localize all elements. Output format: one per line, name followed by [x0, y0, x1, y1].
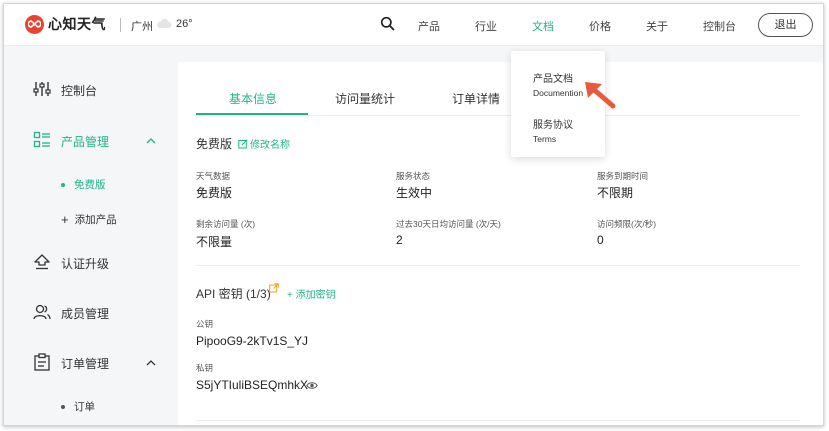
app-window: 心知天气 广州 26° 产品 行业 文档 价格 关于 控制台 退出 控制台 产品… [3, 3, 824, 426]
private-key-value: S5jYTIuliBSEQmhkX [196, 378, 309, 392]
sidebar-subitem-free-plan[interactable]: 免费版 [61, 177, 106, 192]
nav-console[interactable]: 控制台 [703, 18, 736, 34]
field-value: 不限量 [196, 235, 233, 249]
tab-basic-info[interactable]: 基本信息 [229, 90, 277, 107]
field-label: 剩余访问量 (次) [196, 219, 256, 229]
grid-list-icon [33, 131, 51, 152]
search-icon[interactable] [380, 16, 395, 34]
nav-products[interactable]: 产品 [418, 18, 440, 34]
private-key-label: 私钥 [196, 363, 214, 373]
sidebar-subitem-add-product[interactable]: + 添加产品 [61, 212, 117, 227]
edit-icon [238, 138, 248, 148]
dropdown-item-title: 产品文档 [533, 74, 573, 85]
sidebar: 控制台 产品管理 免费版 + 添加产品 认证升级 成员管理 订单管理 订单 [4, 46, 178, 425]
cloud-icon [156, 18, 172, 32]
tab-traffic-stats[interactable]: 访问量统计 [335, 90, 395, 107]
api-keys-title: API 密钥 (1/3) [196, 287, 271, 301]
city-name: 广州 [131, 21, 153, 33]
brand-name: 心知天气 [48, 16, 106, 32]
sidebar-item-console[interactable]: 控制台 [33, 80, 97, 101]
dropdown-item-subtitle: Terms [533, 134, 557, 144]
field-value: 0 [597, 233, 604, 247]
temperature: 26° [176, 18, 193, 30]
nav-pricing[interactable]: 价格 [589, 18, 611, 34]
logout-button[interactable]: 退出 [758, 13, 813, 37]
external-link-icon[interactable] [269, 282, 279, 296]
chevron-up-icon[interactable] [146, 134, 156, 148]
dropdown-item-subtitle: Documention [533, 88, 584, 98]
field-value: 不限期 [597, 186, 634, 200]
logo[interactable]: 心知天气 [25, 14, 106, 34]
field-value: 2 [396, 233, 403, 247]
sidebar-subitem-order[interactable]: 订单 [61, 399, 95, 414]
nav-docs[interactable]: 文档 [532, 18, 554, 34]
dropdown-item-title: 服务协议 [533, 120, 573, 131]
section-divider [196, 265, 800, 266]
sidebar-item-orders[interactable]: 订单管理 [33, 353, 109, 374]
active-tab-indicator [196, 113, 308, 115]
sidebar-item-label: 产品管理 [61, 135, 110, 149]
add-key-label: 添加密钥 [295, 290, 336, 301]
main-panel: 基本信息 访问量统计 订单详情 免费版 修改名称 天气数据 免费版 服务状态 生… [178, 62, 823, 425]
plus-icon: + [61, 211, 69, 227]
sidebar-subitem-label: 添加产品 [74, 214, 117, 226]
field-label: 服务到期时间 [597, 171, 649, 181]
field-value: 生效中 [396, 186, 433, 200]
sidebar-item-upgrade[interactable]: 认证升级 [33, 253, 109, 274]
sidebar-item-members[interactable]: 成员管理 [33, 303, 109, 324]
pointer-arrow-icon [582, 80, 618, 113]
users-icon [33, 303, 51, 324]
field-label: 过去30天日均访问量 (次/天) [396, 219, 501, 229]
sidebar-subitem-label: 免费版 [74, 179, 106, 191]
section-divider [196, 420, 800, 421]
public-key-value: PipooG9-2kTv1S_YJ [196, 334, 309, 348]
add-key-link[interactable]: + 添加密钥 [287, 286, 336, 301]
chevron-up-icon[interactable] [146, 356, 156, 370]
field-value: 免费版 [196, 186, 233, 200]
public-key-label: 公钥 [196, 319, 214, 329]
nav-industry[interactable]: 行业 [475, 18, 497, 34]
tab-order-details[interactable]: 订单详情 [452, 90, 500, 107]
plus-icon: + [287, 290, 296, 301]
plan-name: 免费版 [196, 137, 233, 151]
sliders-icon [33, 80, 51, 101]
rename-link-label: 修改名称 [250, 140, 290, 151]
rename-link[interactable]: 修改名称 [238, 136, 290, 151]
bullet-dot [61, 182, 65, 187]
divider [120, 18, 121, 32]
sidebar-item-label: 订单管理 [61, 357, 110, 371]
dropdown-item-docs[interactable]: 产品文档 Documention [533, 70, 583, 98]
field-label: 访问频限(次/秒) [597, 219, 657, 229]
sidebar-item-label: 认证升级 [61, 257, 110, 271]
top-nav-bar: 心知天气 广州 26° 产品 行业 文档 价格 关于 控制台 退出 [4, 4, 823, 46]
eye-icon[interactable] [306, 379, 318, 393]
upgrade-icon [33, 253, 51, 274]
sidebar-item-product-management[interactable]: 产品管理 [33, 131, 109, 152]
dropdown-item-terms[interactable]: 服务协议 Terms [533, 116, 573, 144]
sidebar-item-label: 成员管理 [61, 307, 110, 321]
nav-about[interactable]: 关于 [646, 18, 668, 34]
sidebar-item-label: 控制台 [61, 84, 98, 98]
bullet-dot [61, 404, 65, 409]
logo-icon [25, 14, 44, 34]
clipboard-icon [33, 353, 51, 374]
tabs-divider [196, 115, 800, 116]
sidebar-subitem-label: 订单 [74, 401, 95, 413]
field-label: 天气数据 [196, 171, 231, 181]
field-label: 服务状态 [396, 171, 431, 181]
